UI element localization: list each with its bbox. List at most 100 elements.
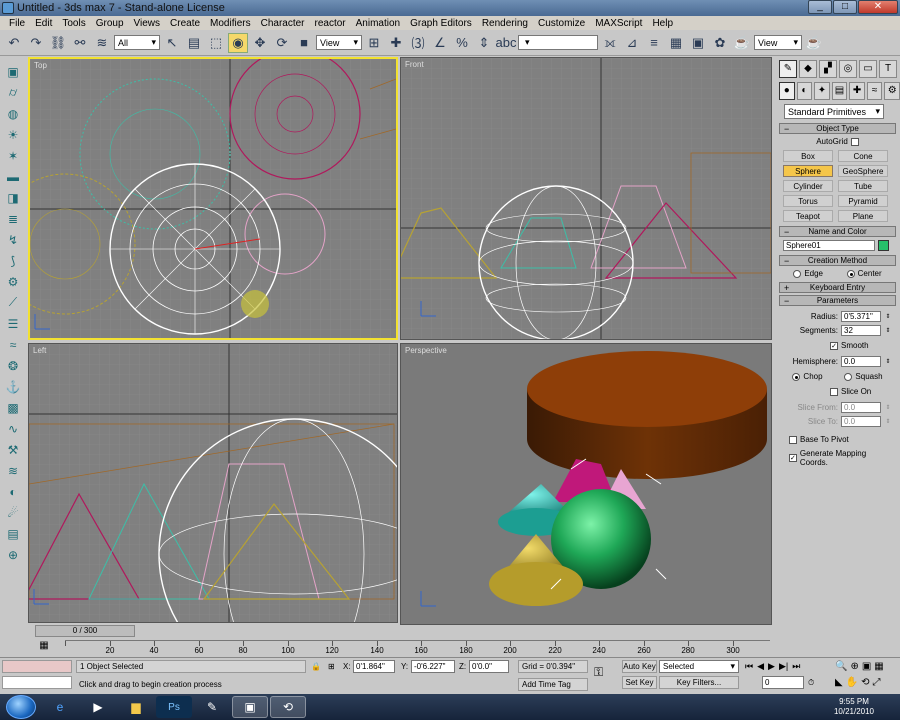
maxscript-mini-input[interactable]: [2, 676, 72, 689]
slice-on-checkbox[interactable]: [830, 387, 838, 396]
paint-icon[interactable]: ✎: [194, 696, 230, 718]
align-icon[interactable]: ⊿: [622, 33, 642, 53]
select-by-name-icon[interactable]: ▤: [184, 33, 204, 53]
rotate-icon[interactable]: ⟳: [272, 33, 292, 53]
create-tab-icon[interactable]: ✎: [779, 60, 797, 78]
teapot-button[interactable]: Teapot: [783, 210, 833, 222]
plane-button[interactable]: Plane: [838, 210, 888, 222]
rect-selection-icon[interactable]: ⬚: [206, 33, 226, 53]
photoshop-icon[interactable]: Ps: [156, 696, 192, 718]
tube-button[interactable]: Tube: [838, 180, 888, 192]
screen-capture-icon[interactable]: ▣: [232, 696, 268, 718]
gen-mapping-checkbox[interactable]: ✓: [789, 454, 797, 462]
maximize-button[interactable]: □: [833, 0, 857, 14]
explorer-folder-icon[interactable]: ▆: [118, 696, 154, 718]
systems-icon[interactable]: ⚙: [884, 82, 900, 100]
link-icon[interactable]: ⛓: [48, 33, 68, 53]
menu-group[interactable]: Group: [91, 18, 129, 29]
quick-render-icon[interactable]: ☕: [804, 33, 824, 53]
scale-icon[interactable]: ■: [294, 33, 314, 53]
play-icon[interactable]: ▶: [768, 661, 775, 672]
torus-button[interactable]: Torus: [783, 195, 833, 207]
render-scene-icon[interactable]: ☕: [732, 33, 752, 53]
chop-radio[interactable]: [792, 372, 801, 381]
keyboard-entry-rollout[interactable]: + Keyboard Entry: [779, 282, 896, 293]
menu-edit[interactable]: Edit: [30, 18, 57, 29]
schematic-view-icon[interactable]: ▣: [688, 33, 708, 53]
y-coordinate-field[interactable]: -0'6.227": [411, 660, 455, 673]
pyramid-button[interactable]: Pyramid: [838, 195, 888, 207]
time-slider[interactable]: 0 / 300: [35, 625, 135, 637]
spacewarps-icon[interactable]: ≈: [866, 82, 883, 100]
media-player-icon[interactable]: ▶: [80, 696, 116, 718]
menu-create[interactable]: Create: [165, 18, 205, 29]
menu-rendering[interactable]: Rendering: [477, 18, 533, 29]
zoom-all-icon[interactable]: ⊕: [850, 661, 858, 672]
modifier-icon[interactable]: ☰: [3, 314, 23, 333]
geosphere-button[interactable]: GeoSphere: [838, 165, 888, 177]
create-light-icon[interactable]: ☀: [3, 125, 23, 144]
creation-method-rollout[interactable]: − Creation Method: [779, 255, 896, 266]
absolute-mode-icon[interactable]: ⊞: [328, 660, 340, 673]
percent-snap-icon[interactable]: %: [452, 33, 472, 53]
name-color-rollout[interactable]: − Name and Color: [779, 226, 896, 237]
script-icon[interactable]: ⊕: [3, 545, 23, 564]
arc-rotate-icon[interactable]: ⟲: [861, 677, 869, 688]
slice-to-spinner-icon[interactable]: ⇕: [884, 418, 892, 425]
create-camera-icon[interactable]: ▬: [3, 167, 23, 186]
x-coordinate-field[interactable]: 0'1.864": [353, 660, 395, 673]
hemisphere-field[interactable]: 0.0: [841, 356, 881, 367]
center-radio[interactable]: [846, 269, 855, 278]
menu-maxscript[interactable]: MAXScript: [590, 18, 647, 29]
menu-file[interactable]: File: [4, 18, 30, 29]
move-icon[interactable]: ✥: [250, 33, 270, 53]
selection-filter-dropdown[interactable]: All: [114, 35, 160, 50]
time-config-icon[interactable]: ⏱: [808, 676, 818, 689]
helpers-icon[interactable]: ✚: [849, 82, 865, 100]
viewport-front[interactable]: Front: [400, 57, 772, 340]
menu-tools[interactable]: Tools: [57, 18, 90, 29]
object-name-field[interactable]: Sphere01: [783, 240, 875, 251]
motion-tab-icon[interactable]: ◎: [839, 60, 857, 78]
object-type-rollout[interactable]: − Object Type: [779, 123, 896, 134]
snap-3d-icon[interactable]: ⑶: [408, 33, 428, 53]
create-cylinder-icon[interactable]: ⌭: [3, 83, 23, 102]
box-button[interactable]: Box: [783, 150, 833, 162]
material-editor-icon[interactable]: ✿: [710, 33, 730, 53]
time-slider-track[interactable]: [30, 625, 770, 638]
start-button[interactable]: [6, 695, 36, 719]
close-button[interactable]: ✕: [858, 0, 898, 14]
track-view-icon[interactable]: ▦: [33, 640, 55, 655]
internet-explorer-icon[interactable]: e: [42, 696, 78, 718]
pan-icon[interactable]: ✋: [846, 677, 858, 688]
add-time-tag-button[interactable]: Add Time Tag: [518, 678, 588, 691]
viewport-left[interactable]: Left: [28, 343, 398, 623]
menu-animation[interactable]: Animation: [351, 18, 405, 29]
rope-icon[interactable]: ∿: [3, 419, 23, 438]
base-to-pivot-checkbox[interactable]: [789, 435, 797, 444]
go-to-end-icon[interactable]: ⏭: [792, 661, 800, 672]
cylinder-button[interactable]: Cylinder: [783, 180, 833, 192]
timeline-ruler[interactable]: 20 40 60 80 100 120 140 160 180 200 220 …: [65, 640, 770, 657]
edge-radio[interactable]: [793, 269, 802, 278]
menu-views[interactable]: Views: [129, 18, 166, 29]
segments-spinner-icon[interactable]: ⇕: [884, 327, 892, 334]
create-helper-icon[interactable]: ↯: [3, 230, 23, 249]
zoom-icon[interactable]: 🔍: [835, 661, 847, 672]
modify-tab-icon[interactable]: ◆: [799, 60, 817, 78]
angle-snap-icon[interactable]: ∠: [430, 33, 450, 53]
select-object-icon[interactable]: ↖: [162, 33, 182, 53]
geometry-icon[interactable]: ●: [779, 82, 795, 100]
radius-field[interactable]: 0'5.371": [841, 311, 881, 322]
utilities-tab-icon[interactable]: T: [879, 60, 897, 78]
key-icon[interactable]: ⚿: [594, 665, 616, 679]
viewport-perspective[interactable]: Perspective: [400, 343, 772, 625]
dynamics-icon[interactable]: ⚓: [3, 377, 23, 396]
menu-reactor[interactable]: reactor: [310, 18, 351, 29]
analyze-icon[interactable]: ☄: [3, 503, 23, 522]
zoom-extents-icon[interactable]: ▣: [862, 661, 871, 672]
create-sphere-icon[interactable]: ◍: [3, 104, 23, 123]
water-icon[interactable]: ≋: [3, 461, 23, 480]
lock-icon[interactable]: 🔒: [311, 660, 321, 673]
primitive-type-dropdown[interactable]: Standard Primitives: [784, 104, 884, 119]
